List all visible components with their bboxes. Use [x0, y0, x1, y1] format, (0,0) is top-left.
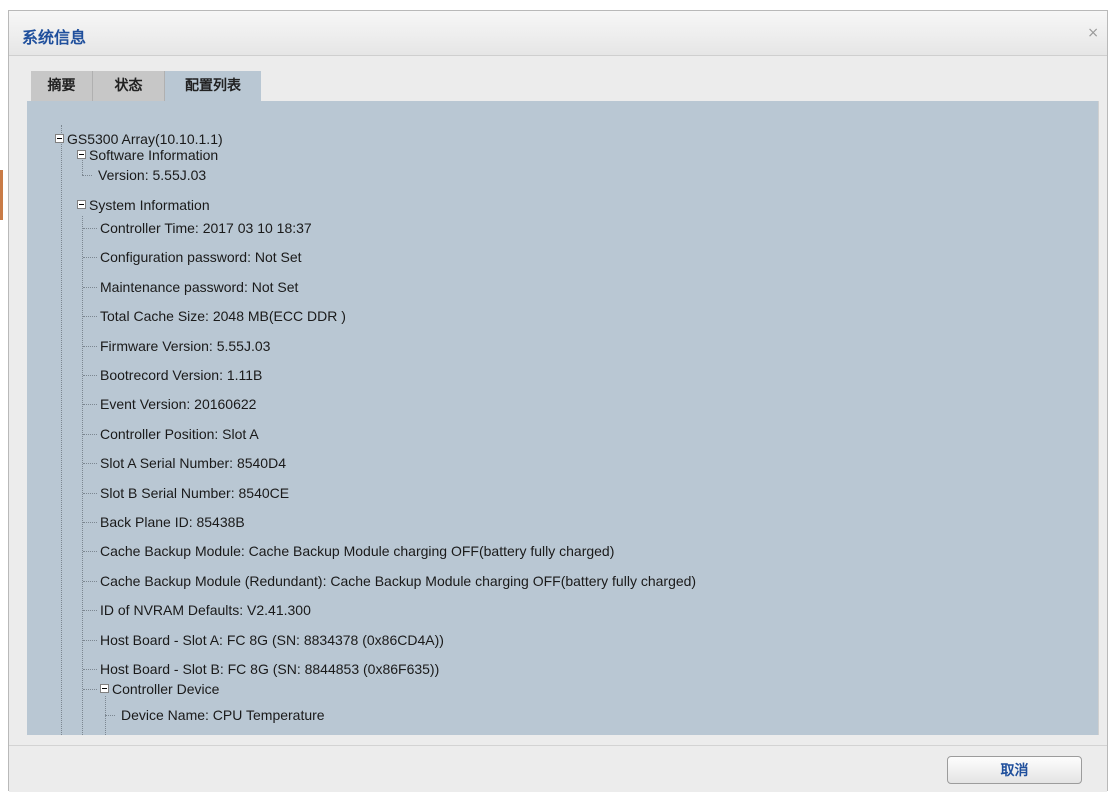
system-info-dialog: 系统信息 × 摘要 状态 配置列表 GS5300 Array(10.10.1.1…: [8, 10, 1108, 792]
tree-node-label: System Information: [89, 197, 210, 213]
tree-leaf: Cache Backup Module: Cache Backup Module…: [100, 543, 615, 559]
collapse-icon[interactable]: [77, 150, 86, 159]
tree-leaf: Total Cache Size: 2048 MB(ECC DDR ): [100, 308, 346, 324]
tree-node-label: Controller Device: [112, 681, 220, 697]
tree-line: [83, 316, 97, 317]
tab-config-list[interactable]: 配置列表: [165, 71, 261, 101]
tab-summary[interactable]: 摘要: [31, 71, 93, 101]
tree-leaf: Slot A Serial Number: 8540D4: [100, 455, 286, 471]
tree-line: [83, 640, 97, 641]
tree-leaf: Event Version: 20160622: [100, 396, 257, 412]
cancel-button[interactable]: 取消: [947, 756, 1082, 784]
tree-leaf: ID of NVRAM Defaults: V2.41.300: [100, 602, 311, 618]
tree-leaf: Controller Position: Slot A: [100, 426, 259, 442]
dialog-footer: 取消: [9, 745, 1107, 792]
tab-status[interactable]: 状态: [93, 71, 165, 101]
tree-node-label: Software Information: [89, 147, 219, 163]
tree-leaf: Back Plane ID: 85438B: [100, 514, 245, 530]
collapse-icon[interactable]: [100, 684, 109, 693]
tree-leaf: Maintenance password: Not Set: [100, 279, 299, 295]
tree-leaf: Slot B Serial Number: 8540CE: [100, 485, 290, 501]
tree-leaf: Configuration password: Not Set: [100, 249, 302, 265]
tree-leaf: Host Board - Slot A: FC 8G (SN: 8834378 …: [100, 632, 444, 648]
tree-leaf: Controller Time: 2017 03 10 18:37: [100, 220, 312, 236]
tree-line: [61, 125, 62, 735]
tree-line: [83, 434, 97, 435]
background-window-edge: [0, 170, 3, 220]
tree-line: [83, 287, 97, 288]
tree-line: [83, 551, 97, 552]
tree-line: [83, 257, 97, 258]
config-tree: GS5300 Array(10.10.1.1) Software Informa…: [27, 101, 1087, 735]
tree-line: [83, 522, 97, 523]
tree-leaf: Bootrecord Version: 1.11B: [100, 367, 263, 383]
tree-leaf: Host Board - Slot B: FC 8G (SN: 8844853 …: [100, 661, 440, 677]
background-window-strip: [0, 0, 1108, 10]
collapse-icon[interactable]: [77, 200, 86, 209]
tree-line: [83, 669, 97, 670]
tree-leaf: Version: 5.55J.03: [98, 167, 207, 183]
collapse-icon[interactable]: [55, 134, 64, 143]
config-tree-panel: GS5300 Array(10.10.1.1) Software Informa…: [27, 101, 1099, 735]
tree-line: [83, 610, 97, 611]
tree-line: [83, 346, 97, 347]
tree-leaf: Device Name: CPU Temperature: [121, 707, 325, 723]
tree-line: [83, 404, 97, 405]
tree-line: [82, 175, 92, 176]
tree-line: [83, 689, 97, 690]
tree-line: [83, 463, 97, 464]
tree-line: [83, 228, 97, 229]
tree-line: [105, 715, 115, 716]
tree-line: [83, 493, 97, 494]
tree-leaf: Cache Backup Module (Redundant): Cache B…: [100, 573, 697, 589]
tree-line: [82, 216, 83, 735]
dialog-titlebar: 系统信息 ×: [9, 11, 1107, 56]
dialog-title: 系统信息: [22, 28, 87, 47]
tree-line: [83, 375, 97, 376]
vertical-scrollbar[interactable]: ▲ ▼: [1098, 101, 1099, 735]
tree-leaf: Firmware Version: 5.55J.03: [100, 338, 271, 354]
close-icon[interactable]: ×: [1087, 25, 1099, 41]
tree-line: [83, 581, 97, 582]
